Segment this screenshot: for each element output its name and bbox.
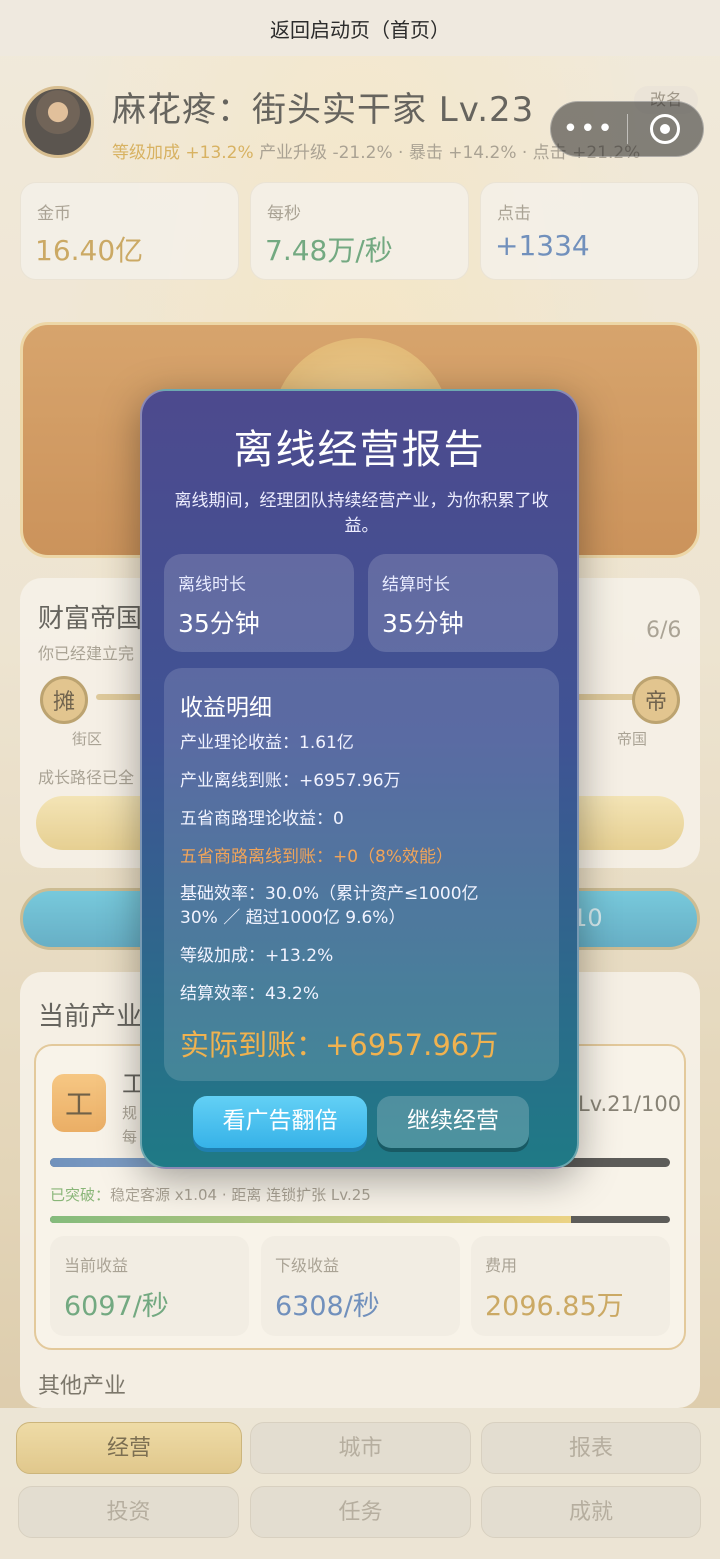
level-bonus-line: 等级加成：+13.2% — [180, 946, 334, 966]
settle-duration-value: 35分钟 — [382, 609, 464, 638]
income-detail-box: 收益明细 产业理论收益：1.61亿 产业离线到账：+6957.96万 五省商路理… — [164, 668, 559, 1081]
close-miniprogram-icon[interactable] — [628, 114, 704, 144]
theory-income-line: 产业理论收益：1.61亿 — [180, 733, 354, 753]
trade-route-offline-line: 五省商路离线到账：+0（8%效能） — [180, 847, 454, 867]
modal-description: 离线期间，经理团队持续经营产业，为你积累了收益。 — [174, 491, 549, 536]
actual-income-total: 实际到账：+6957.96万 — [180, 1028, 499, 1062]
back-label[interactable]: 返回启动页（首页） — [270, 14, 450, 43]
offline-duration-value: 35分钟 — [178, 609, 260, 638]
detail-title: 收益明细 — [180, 695, 272, 721]
base-efficiency-line-2: 30% ／ 超过1000亿 9.6%） — [180, 908, 406, 928]
base-efficiency-line: 基础效率：30.0%（累计资产≤1000亿 — [180, 884, 479, 904]
offline-income-line: 产业离线到账：+6957.96万 — [180, 771, 401, 791]
offline-duration-label: 离线时长 — [178, 575, 246, 595]
back-to-home-bar[interactable]: 返回启动页（首页） — [0, 0, 720, 56]
offline-duration-card: 离线时长 35分钟 — [164, 554, 354, 652]
trade-route-theory-line: 五省商路理论收益：0 — [180, 809, 344, 829]
settle-duration-label: 结算时长 — [382, 575, 450, 595]
mini-program-capsule[interactable]: ••• — [550, 101, 704, 157]
offline-report-modal: 离线经营报告 离线期间，经理团队持续经营产业，为你积累了收益。 离线时长 35分… — [140, 389, 579, 1169]
settle-duration-card: 结算时长 35分钟 — [368, 554, 558, 652]
settle-efficiency-line: 结算效率：43.2% — [180, 984, 320, 1004]
modal-title: 离线经营报告 — [233, 427, 486, 473]
continue-button[interactable]: 继续经营 — [377, 1096, 529, 1148]
more-icon[interactable]: ••• — [551, 101, 627, 157]
watch-ad-double-button[interactable]: 看广告翻倍 — [193, 1096, 367, 1148]
